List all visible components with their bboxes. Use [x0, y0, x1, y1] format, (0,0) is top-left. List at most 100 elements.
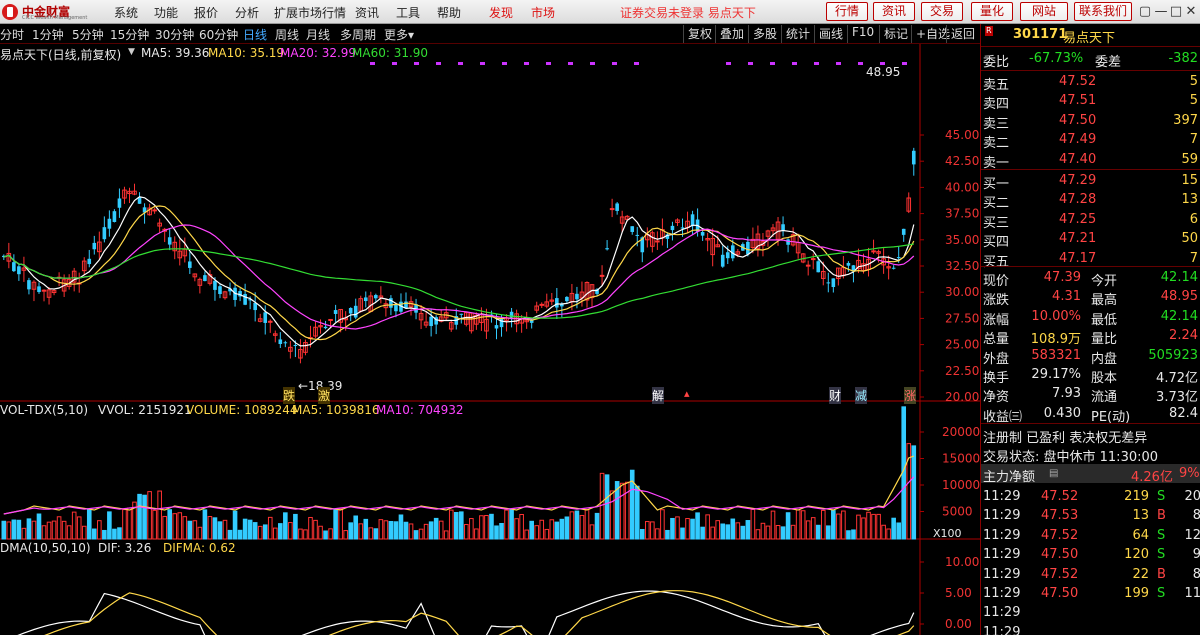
ask-volume: 397 [1173, 112, 1198, 128]
bid-level-row: 买一 47.29 15 [981, 171, 1200, 192]
volume-bar [237, 529, 243, 540]
menu-quote[interactable]: 报价 [194, 4, 218, 21]
candle-body [499, 318, 504, 328]
tool-stats-button[interactable]: 统计 [781, 25, 810, 43]
chart-area[interactable]: 45.00 42.50 40.00 37.50 35.00 32.50 30.00 27.50… [0, 44, 980, 635]
tool-multi-button[interactable]: 多股 [748, 25, 777, 43]
volume-bar [770, 510, 776, 540]
menu-analysis[interactable]: 分析 [235, 4, 259, 21]
tick-side: S [1157, 586, 1166, 601]
tool-adjust-button[interactable]: 复权 [683, 25, 712, 43]
volume-bar [680, 527, 685, 540]
volume-bar [41, 525, 47, 540]
event-mark[interactable]: 减 [855, 387, 868, 404]
close-icon[interactable]: ✕ [1183, 4, 1199, 20]
stat-label: 收益㈢ [983, 409, 1023, 425]
menu-market[interactable]: 市场 [531, 4, 555, 21]
candle-body [746, 241, 750, 255]
candle-body [92, 242, 97, 250]
event-mark[interactable]: 激 [318, 387, 331, 404]
menu-function[interactable]: 功能 [154, 4, 178, 21]
tool-add-watchlist-button[interactable]: +自选 [911, 25, 950, 43]
menu-system[interactable]: 系统 [114, 4, 138, 21]
period-tab[interactable]: 15分钟 [110, 26, 149, 43]
ask-label: 卖一 [983, 155, 1010, 171]
event-mark[interactable]: 跌 [283, 387, 296, 404]
trade-button[interactable]: 交易 [921, 2, 963, 21]
tool-overlay-button[interactable]: 叠加 [715, 25, 744, 43]
volume-bar [343, 530, 348, 540]
price-axis-label: 20.00 [945, 390, 979, 404]
period-tab[interactable]: 月线 [306, 26, 330, 43]
volume-bar [137, 493, 142, 540]
tool-back-button[interactable]: 返回 [946, 25, 975, 43]
contact-us-button[interactable]: 联系我们 [1074, 2, 1132, 21]
quant-button[interactable]: 量化 [971, 2, 1013, 21]
maximize-icon[interactable]: □ [1168, 4, 1184, 20]
period-tab-active[interactable]: 日线 [243, 26, 267, 43]
ma20-legend: MA20: 32.99 [280, 46, 357, 60]
menu-news[interactable]: 资讯 [355, 4, 379, 21]
bid-volume: 6 [1189, 211, 1198, 227]
tool-mark-button[interactable]: 标记 [879, 25, 908, 43]
volume-bar [549, 519, 555, 540]
volume-bar [413, 530, 419, 540]
volume-bar [861, 517, 866, 540]
volume-bar [157, 490, 162, 540]
event-mark[interactable]: 解 [652, 387, 665, 404]
dropdown-triangle-icon[interactable]: ▼ [128, 47, 135, 57]
price-axis-label: 42.50 [945, 154, 979, 168]
net-flow-row[interactable]: 主力净额 ▤ 4.26亿 9% [981, 464, 1200, 485]
weibi-label: 委比 [983, 55, 1010, 70]
candle-body [609, 208, 615, 211]
candle-body [781, 224, 785, 231]
tick-price: 47.52 [1041, 566, 1079, 582]
menu-extended-market[interactable]: 扩展市场行情 [274, 4, 346, 21]
website-button[interactable]: 网站 [1020, 2, 1068, 21]
divider [981, 266, 1200, 267]
event-flag-icon[interactable]: ▴ [684, 387, 690, 400]
bid-level-row: 买二 47.28 13 [981, 190, 1200, 211]
quote-button[interactable]: 行情 [826, 2, 868, 21]
period-tab[interactable]: 分时 [0, 26, 24, 43]
volume-bar [740, 525, 746, 540]
menu-help[interactable]: 帮助 [437, 4, 461, 21]
volume-bar [46, 521, 52, 540]
net-flow-label: 主力净额 [983, 470, 1036, 485]
menu-discover[interactable]: 发现 [489, 4, 513, 21]
volume-bar [469, 518, 474, 540]
volume-bar [459, 511, 464, 540]
volume-bar [820, 509, 826, 540]
stat-label: 净资 [983, 390, 1010, 406]
menu-tools[interactable]: 工具 [396, 4, 420, 21]
minimize-icon[interactable]: — [1153, 4, 1169, 20]
signal-marker [858, 62, 863, 65]
stat-value: 42.14 [1160, 270, 1198, 285]
volume-bar [755, 529, 761, 540]
more-periods-label: 更多 [384, 28, 409, 42]
period-tab[interactable]: 1分钟 [32, 26, 64, 43]
period-tab[interactable]: 60分钟 [199, 26, 238, 43]
volume-bar [1, 520, 7, 540]
tool-f10-button[interactable]: F10 [847, 25, 874, 43]
stock-code: 301171 [1013, 27, 1068, 42]
net-flow-pct: 9% [1179, 466, 1200, 481]
event-mark[interactable]: 财 [829, 387, 842, 404]
expand-icon[interactable]: ▤ [1049, 468, 1058, 479]
volume-bar [579, 514, 585, 540]
news-button[interactable]: 资讯 [873, 2, 915, 21]
period-tab[interactable]: 30分钟 [155, 26, 194, 43]
period-tab[interactable]: 周线 [275, 26, 299, 43]
restore-icon[interactable]: ▢ [1137, 4, 1153, 20]
volume-bar [408, 523, 414, 540]
event-mark[interactable]: 涨 [904, 387, 917, 404]
tool-draw-button[interactable]: 画线 [814, 25, 843, 43]
period-tab[interactable]: 多周期 [340, 26, 376, 43]
volume-bar [142, 494, 147, 540]
candle-body [786, 239, 790, 245]
period-tab[interactable]: 5分钟 [72, 26, 104, 43]
volume-bar [886, 528, 891, 540]
volume-bar [700, 526, 705, 540]
candle-body [846, 262, 851, 266]
more-periods[interactable]: 更多▾ [384, 26, 414, 43]
